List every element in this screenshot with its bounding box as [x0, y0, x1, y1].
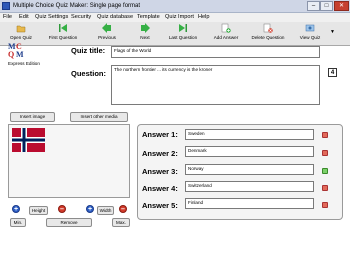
- answer-3-input[interactable]: Norway: [185, 164, 314, 175]
- question-number: 4: [328, 68, 337, 77]
- menu-template[interactable]: Template: [137, 14, 160, 20]
- menu-file[interactable]: File: [3, 14, 12, 20]
- last-question-button[interactable]: Last Question: [166, 23, 200, 44]
- first-arrow-icon: [59, 24, 67, 32]
- close-button[interactable]: ✕: [334, 1, 349, 11]
- view-quiz-icon: [305, 24, 315, 32]
- answer-4-label: Answer 4:: [142, 184, 178, 193]
- increase-width-button[interactable]: +: [86, 205, 94, 213]
- insert-other-media-button[interactable]: Insert other media: [70, 112, 128, 122]
- answer-3-correct-toggle[interactable]: [322, 168, 328, 174]
- answer-3-label: Answer 3:: [142, 167, 178, 176]
- answer-4-input[interactable]: Switzerland: [185, 181, 314, 192]
- image-frame: [8, 124, 130, 198]
- answer-2-incorrect-toggle[interactable]: [322, 150, 328, 156]
- edition-label: Express Edition: [8, 61, 40, 66]
- answer-1-label: Answer 1:: [142, 130, 178, 139]
- answer-5-incorrect-toggle[interactable]: [322, 202, 328, 208]
- height-label: Height: [29, 206, 48, 215]
- menu-quiz-import[interactable]: Quiz Import: [165, 14, 194, 20]
- max-button[interactable]: Max.: [112, 218, 130, 227]
- right-arrow-icon: [141, 23, 150, 33]
- question-label: Question:: [71, 69, 106, 78]
- question-input[interactable]: The northern frontier ... its currency i…: [111, 65, 320, 105]
- next-button[interactable]: Next: [134, 23, 156, 44]
- insert-image-button[interactable]: Insert image: [10, 112, 55, 122]
- answer-2-label: Answer 2:: [142, 149, 178, 158]
- answer-1-incorrect-toggle[interactable]: [322, 132, 328, 138]
- menu-security[interactable]: Security: [71, 14, 91, 20]
- toolbar: Open Quiz First Question Previous Next L…: [0, 22, 350, 46]
- increase-height-button[interactable]: +: [12, 205, 20, 213]
- delete-question-button[interactable]: Delete Question: [248, 23, 288, 44]
- add-answer-button[interactable]: Add Answer: [211, 23, 241, 44]
- remove-button[interactable]: Remove: [46, 218, 92, 227]
- quiz-title-input[interactable]: Flags of the World: [111, 46, 320, 58]
- chevron-down-icon[interactable]: ▼: [330, 29, 335, 35]
- menu-quiz-database[interactable]: Quiz database: [97, 14, 133, 20]
- add-document-icon: [221, 23, 231, 33]
- title-bar: Multiple Choice Quiz Maker: Single page …: [0, 0, 350, 13]
- delete-icon: [263, 23, 273, 33]
- view-quiz-button[interactable]: View Quiz: [296, 23, 324, 44]
- minimize-button[interactable]: –: [307, 1, 320, 11]
- maximize-button[interactable]: □: [320, 1, 333, 11]
- left-arrow-icon: [102, 23, 111, 33]
- last-arrow-icon: [179, 24, 187, 32]
- menu-quiz-settings[interactable]: Quiz Settings: [35, 14, 68, 20]
- answer-5-input[interactable]: Finland: [185, 198, 314, 209]
- answer-1-input[interactable]: Sweden: [185, 129, 314, 140]
- menu-bar: File Edit Quiz Settings Security Quiz da…: [0, 13, 350, 22]
- menu-edit[interactable]: Edit: [19, 14, 29, 20]
- app-icon: [2, 2, 10, 10]
- answer-2-input[interactable]: Denmark: [185, 146, 314, 157]
- quiz-title-label: Quiz title:: [71, 46, 106, 55]
- decrease-height-button[interactable]: –: [58, 205, 66, 213]
- first-question-button[interactable]: First Question: [46, 23, 80, 44]
- previous-button[interactable]: Previous: [94, 23, 120, 44]
- answer-5-label: Answer 5:: [142, 201, 178, 210]
- decrease-width-button[interactable]: –: [119, 205, 127, 213]
- open-quiz-button[interactable]: Open Quiz: [6, 23, 36, 44]
- menu-help[interactable]: Help: [198, 14, 210, 20]
- window-title: Multiple Choice Quiz Maker: Single page …: [13, 3, 141, 9]
- folder-icon: [16, 25, 26, 33]
- width-label: Width: [97, 206, 114, 215]
- min-button[interactable]: Min.: [10, 218, 26, 227]
- norway-flag-image: [12, 128, 45, 152]
- logo: M C Q M: [8, 42, 24, 59]
- answer-4-incorrect-toggle[interactable]: [322, 185, 328, 191]
